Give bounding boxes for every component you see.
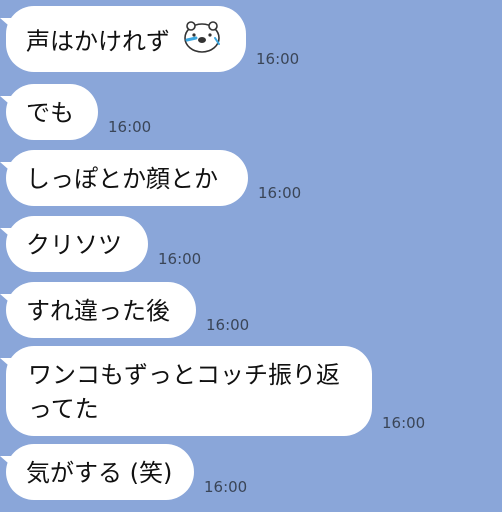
bubble-tail — [0, 456, 16, 470]
message-text: でも — [26, 99, 74, 127]
message-text: 声はかけれず — [26, 27, 170, 56]
message-bubble[interactable]: しっぽとか顔とか — [0, 150, 248, 206]
message-time: 16:00 — [206, 316, 250, 334]
message-text: しっぽとか顔とか — [26, 165, 218, 193]
message-row: でも 16:00 — [0, 84, 152, 140]
message-text-line-2: ってた — [28, 395, 99, 423]
chat-thread: 声はかけれず 16:00 でも 16:00 しっぽとか顔とか 16:00 クリソ… — [0, 0, 502, 512]
bubble-tail — [0, 294, 16, 308]
message-time: 16:00 — [256, 50, 300, 68]
message-time: 16:00 — [204, 478, 248, 496]
message-row: 気がする (笑) 16:00 — [0, 444, 248, 500]
bear-sticker-icon — [182, 18, 222, 63]
message-row: すれ違った後 16:00 — [0, 282, 250, 338]
message-row: 声はかけれず 16:00 — [0, 6, 300, 72]
message-bubble[interactable]: 声はかけれず — [0, 6, 246, 72]
message-time: 16:00 — [108, 118, 152, 136]
bubble-tail — [0, 18, 16, 32]
bubble-tail — [0, 162, 16, 176]
message-row: しっぽとか顔とか 16:00 — [0, 150, 302, 206]
message-time: 16:00 — [258, 184, 302, 202]
message-text: すれ違った後 — [26, 297, 170, 325]
message-time: 16:00 — [158, 250, 202, 268]
bubble-tail — [0, 96, 16, 110]
message-bubble[interactable]: 気がする (笑) — [0, 444, 194, 500]
message-time: 16:00 — [382, 414, 426, 432]
bubble-tail — [0, 228, 16, 242]
message-text-line-1: ワンコもずっとコッチ振り返 — [28, 361, 340, 389]
message-row: ワンコもずっとコッチ振り返 ってた 16:00 — [0, 346, 426, 436]
bubble-tail — [0, 358, 16, 372]
message-bubble[interactable]: クリソツ — [0, 216, 148, 272]
message-bubble[interactable]: ワンコもずっとコッチ振り返 ってた — [0, 346, 372, 436]
message-bubble[interactable]: すれ違った後 — [0, 282, 196, 338]
message-text: クリソツ — [26, 231, 122, 259]
message-bubble[interactable]: でも — [0, 84, 98, 140]
message-text: 気がする (笑) — [26, 459, 173, 487]
message-row: クリソツ 16:00 — [0, 216, 202, 272]
